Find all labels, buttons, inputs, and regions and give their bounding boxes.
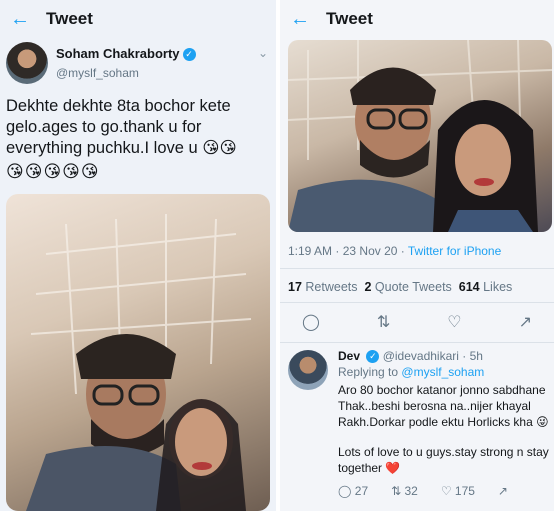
divider [280,268,554,269]
replying-to: Replying to @myslf_soham [338,365,485,379]
likes-stat[interactable]: 614 Likes [459,280,513,294]
verified-badge-icon: ✓ [182,48,196,62]
author-name[interactable]: Soham Chakraborty [56,46,180,61]
right-tweet-panel: ← Tweet 1:19 AM · 23 Nov 20 · Twitter fo… [280,0,554,511]
reply-author-handle[interactable]: @idevadhikari [383,349,459,363]
retweet-icon[interactable]: ⇅ [377,312,390,334]
tweet-time: 1:19 AM [288,244,333,258]
tweet-photo[interactable] [288,40,552,232]
quote-tweets-stat[interactable]: 2 Quote Tweets [364,280,451,294]
verified-badge-icon: ✓ [366,350,380,364]
reply-actions: ◯ 27 ⇅ 32 ♡ 175 ↗ [338,484,508,498]
tweet-actions: ◯ ⇅ ♡ ↗ [288,312,546,334]
tweet-stats: 17 Retweets 2 Quote Tweets 614 Likes [288,280,512,294]
reply-like-button[interactable]: ♡ 175 [441,484,475,498]
meta-dot: · [335,244,340,258]
tweet-source-link[interactable]: Twitter for iPhone [408,244,501,258]
divider [280,342,554,343]
share-icon[interactable]: ↗ [519,312,532,334]
tweet-meta: 1:19 AM · 23 Nov 20 · Twitter for iPhone [288,244,501,258]
back-arrow-icon[interactable]: ← [10,9,46,29]
left-tweet-panel: ← Tweet Soham Chakraborty ✓ @myslf_soham … [0,0,276,511]
like-heart-icon[interactable]: ♡ [447,312,461,334]
reply-text: Lots of love to u guys.stay strong n sta… [338,445,549,475]
reply-icon: ◯ [338,484,352,498]
page-title: Tweet [326,9,373,28]
retweet-icon: ⇅ [391,484,402,498]
reply-text: Aro 80 bochor katanor jonno sabdhane Tha… [338,383,549,429]
tweet-author: Soham Chakraborty ✓ @myslf_soham ⌄ [6,42,270,86]
couple-selfie-image [26,214,252,511]
reply-reply-button[interactable]: ◯ 27 [338,484,368,498]
like-heart-icon: ♡ [440,484,452,498]
avatar[interactable] [6,42,48,84]
back-arrow-icon[interactable]: ← [290,9,326,29]
tweet-date: 23 Nov 20 [342,244,398,258]
tweet-text: Dekhte dekhte 8ta bochor kete gelo.ages … [6,97,237,157]
reply-time: 5h [469,349,483,363]
tweet-photo[interactable] [6,194,270,511]
reply-retweet-button[interactable]: ⇅ 32 [391,484,418,498]
page-title: Tweet [46,9,93,28]
meta-dot: · [400,244,405,258]
reply-body: Dev ✓ @idevadhikari · 5h Replying to @my… [338,348,554,476]
share-icon[interactable]: ↗ [498,484,508,498]
author-handle[interactable]: @myslf_soham [56,66,139,80]
avatar[interactable] [288,350,328,390]
author-name-row[interactable]: Soham Chakraborty ✓ [56,46,196,62]
top-bar: ← Tweet [280,0,554,38]
retweets-stat[interactable]: 17 Retweets [288,280,358,294]
reply-icon[interactable]: ◯ [302,312,320,334]
reply-author-name[interactable]: Dev [338,349,360,363]
couple-selfie-image [288,40,552,232]
divider [280,302,554,303]
replying-to-handle[interactable]: @myslf_soham [401,365,484,379]
meta-dot: · [462,349,467,363]
chevron-down-icon[interactable]: ⌄ [258,46,268,60]
emoji-row: 😘😘😘😘😘 [6,162,100,181]
top-bar: ← Tweet [0,0,276,38]
